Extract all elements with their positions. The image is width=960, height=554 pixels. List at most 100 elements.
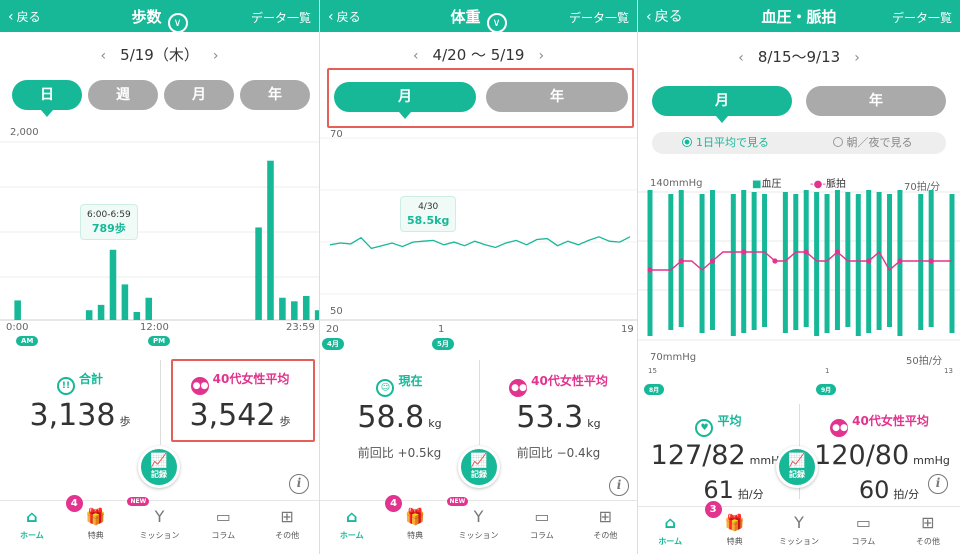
mission-icon: Y	[473, 507, 484, 526]
bp-bar	[762, 194, 768, 327]
steps-bar	[255, 227, 262, 320]
tab-other[interactable]: ⊞ その他	[896, 507, 960, 554]
chart-icon: 📈	[788, 453, 806, 469]
new-badge: NEW	[127, 497, 150, 506]
tab-bar: ⌂ ホーム 4 🎁 特典 NEW Y ミッション ▭ コラム ⊞ その他	[0, 495, 319, 554]
grid-icon: ⊞	[280, 507, 294, 526]
highlight-box	[171, 359, 315, 442]
bp-bar	[814, 192, 820, 336]
pulse-point	[866, 258, 872, 264]
tab-home[interactable]: ⌂ ホーム	[0, 501, 64, 554]
record-button[interactable]: 📈 記録	[458, 446, 500, 488]
steps-bar	[291, 301, 298, 320]
x-tick-start: 15	[648, 367, 657, 375]
month-next-label: 5月	[432, 338, 454, 350]
bp-bar	[741, 190, 747, 333]
month-start-label: 8月	[644, 384, 665, 395]
y-bottom-left-label: 70mmHg	[650, 352, 697, 363]
tab-column[interactable]: ▭ コラム	[510, 501, 573, 554]
info-icon[interactable]: i	[609, 476, 629, 496]
y-bottom-right-label: 50拍/分	[906, 356, 943, 367]
pulse-point	[928, 258, 934, 264]
badge-count: 4	[385, 495, 403, 512]
steps-bar	[302, 295, 310, 320]
steps-bar	[97, 304, 105, 320]
bp-bar	[949, 194, 955, 333]
weight-panel: ‹ 戻る 体重 ∨ データ一覧 ‹ 4/20 〜 5/19 › 月 年 70 50 4/…	[320, 0, 638, 554]
x-tick-noon: 12:00	[140, 322, 169, 333]
book-icon: ▭	[215, 507, 231, 526]
tab-bar: ⌂ ホーム 4 🎁 特典 NEW Y ミッション ▭ コラム ⊞ その他	[320, 495, 637, 554]
bp-chart	[638, 190, 960, 341]
badge-count: 4	[65, 495, 83, 512]
bp-bar	[876, 192, 882, 330]
tab-column[interactable]: ▭ コラム	[831, 507, 895, 554]
bp-bar	[834, 190, 840, 330]
scale-icon: ☺	[376, 379, 395, 397]
tab-home[interactable]: ⌂ ホーム	[320, 501, 383, 554]
steps-panel: ‹ 戻る 歩数 ∨ データ一覧 ‹ 5/19（木） › 日 週 月 年 2,000 6:…	[0, 0, 320, 554]
info-icon[interactable]: i	[289, 474, 309, 494]
tab-column[interactable]: ▭ コラム	[191, 501, 255, 554]
bp-bar	[793, 194, 799, 330]
pulse-point	[647, 267, 653, 273]
bp-panel: ‹ 戻る 血圧・脈拍 データ一覧 ‹ 8/15〜9/13 › 月 年 1日平均で見る …	[638, 0, 960, 554]
tab-home[interactable]: ⌂ ホーム	[638, 507, 702, 554]
chart-icon: 📈	[150, 453, 168, 469]
bp-bar	[887, 194, 893, 327]
tab-other[interactable]: ⊞ その他	[574, 501, 637, 554]
bp-bar	[730, 194, 736, 336]
am-label: AM	[16, 336, 39, 346]
peer-label: ●● 40代女性平均	[799, 412, 960, 437]
weight-line	[329, 236, 631, 250]
record-button[interactable]: 📈 記録	[776, 446, 818, 488]
tab-benefits[interactable]: 4 🎁 特典	[64, 495, 128, 554]
home-icon: ⌂	[664, 513, 676, 532]
pulse-point	[741, 249, 747, 255]
tab-other[interactable]: ⊞ その他	[255, 501, 319, 554]
avg-pulse: 61 拍/分	[703, 476, 764, 504]
tab-benefits[interactable]: 3 🎁 特典	[702, 501, 766, 554]
avg-value: 53.3 kg	[516, 400, 601, 435]
group-icon: ●●	[830, 419, 849, 437]
month-start-label: 4月	[322, 338, 344, 350]
pulse-line	[650, 250, 952, 272]
bp-bar	[782, 192, 788, 333]
steps-chart	[0, 141, 319, 321]
info-icon[interactable]: i	[928, 474, 948, 494]
avg-diff: 前回比 −0.4kg	[516, 446, 601, 460]
bp-bar	[668, 194, 674, 330]
x-tick-end: 23:59	[286, 322, 315, 333]
tab-bar: ⌂ ホーム 3 🎁 特典 Y ミッション ▭ コラム ⊞ その他	[638, 501, 960, 554]
tab-mission[interactable]: Y ミッション	[767, 507, 831, 554]
now-value: 58.8 kg	[357, 400, 442, 435]
bp-bar	[918, 194, 924, 330]
footprint-icon: !!	[56, 377, 75, 395]
avg-value: 127/82 mmHg	[650, 440, 787, 471]
tab-mission[interactable]: NEW Y ミッション	[446, 497, 510, 554]
total-value: 3,138 歩	[29, 398, 131, 433]
bp-bar	[699, 194, 705, 333]
steps-tooltip: 6:00-6:59 789歩	[80, 204, 138, 240]
chart-icon: 📈	[470, 453, 488, 469]
tab-mission[interactable]: NEW Y ミッション	[127, 497, 192, 554]
now-label: ☺ 現在	[320, 372, 479, 397]
x-tick-end: 13	[944, 367, 953, 375]
home-icon: ⌂	[345, 507, 358, 526]
grid-icon: ⊞	[921, 513, 935, 532]
steps-bar	[133, 311, 141, 320]
x-tick-mid: 1	[825, 367, 830, 375]
peer-value: 120/80 mmHg	[814, 440, 950, 471]
tab-benefits[interactable]: 4 🎁 特典	[383, 495, 446, 554]
x-tick-mid: 1	[438, 324, 445, 335]
bp-bar	[855, 194, 861, 336]
total-label: !! 合計	[0, 370, 160, 395]
book-icon: ▭	[855, 513, 871, 532]
bp-bar	[803, 190, 809, 327]
steps-bar	[121, 284, 129, 320]
record-button[interactable]: 📈 記録	[138, 446, 180, 488]
pulse-point	[772, 258, 778, 264]
bp-bar	[751, 192, 757, 330]
x-tick-end: 19	[621, 324, 634, 335]
home-icon: ⌂	[26, 507, 38, 526]
